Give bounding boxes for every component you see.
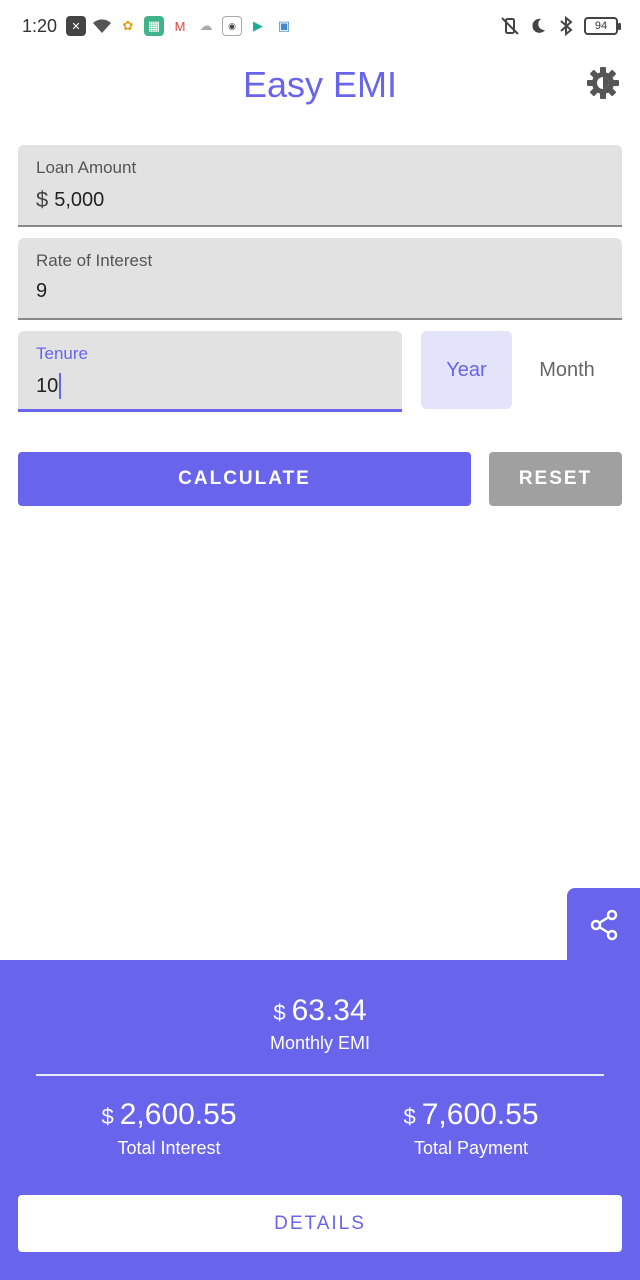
app-icon: ▣	[277, 18, 291, 33]
news-icon: ◉	[222, 16, 242, 36]
tenure-field[interactable]: Tenure 10	[18, 331, 402, 412]
tenure-unit-year[interactable]: Year	[421, 331, 512, 409]
notification-icons: ✕ ✿ ▦ M ☁ ◉ ▶ ▣	[66, 16, 294, 36]
currency-symbol: $	[273, 1000, 286, 1025]
tenure-value-row: 10	[36, 373, 62, 399]
currency-symbol: $	[403, 1104, 416, 1129]
total-payment: $7,600.55 Total Payment	[311, 1098, 631, 1159]
reset-button[interactable]: RESET	[489, 452, 622, 506]
bluetooth-icon	[556, 16, 576, 36]
tenure-input[interactable]: 10	[36, 375, 58, 398]
status-time: 1:20	[22, 16, 58, 36]
total-interest: $2,600.55 Total Interest	[9, 1098, 329, 1159]
share-icon	[590, 909, 617, 941]
cloud-icon: ☁	[199, 18, 213, 33]
total-interest-label: Total Interest	[117, 1138, 221, 1158]
loan-amount-value-row: $ 5,000	[36, 187, 104, 213]
monthly-emi-label: Monthly EMI	[269, 1033, 371, 1053]
loan-amount-label: Loan Amount	[36, 158, 137, 177]
app-title: Easy EMI	[242, 64, 398, 105]
wifi-icon	[92, 16, 112, 36]
monthly-emi-value: 63.34	[291, 994, 367, 1027]
theme-settings-icon[interactable]	[586, 66, 620, 100]
rate-of-interest-label: Rate of Interest	[36, 251, 153, 270]
total-interest-value: 2,600.55	[119, 1098, 237, 1131]
total-payment-value: 7,600.55	[421, 1098, 539, 1131]
loan-amount-input[interactable]: 5,000	[54, 189, 104, 212]
battery-icon: 94	[584, 17, 621, 35]
tenure-label: Tenure	[36, 344, 88, 363]
gmail-icon: M	[174, 18, 186, 34]
divider	[36, 1074, 604, 1076]
rate-of-interest-input[interactable]: 9	[36, 280, 47, 303]
moon-icon	[528, 16, 548, 36]
close-notification-icon: ✕	[66, 16, 86, 36]
total-payment-label: Total Payment	[413, 1138, 529, 1158]
monthly-emi: $63.34	[0, 994, 640, 1028]
share-button[interactable]	[567, 888, 640, 962]
details-button[interactable]: DETAILS	[18, 1195, 622, 1252]
tenure-unit-month[interactable]: Month	[512, 331, 622, 409]
loan-amount-field[interactable]: Loan Amount $ 5,000	[18, 145, 622, 227]
currency-symbol: $	[101, 1104, 114, 1129]
photos-icon: ✿	[122, 18, 134, 33]
calculate-button[interactable]: CALCULATE	[18, 452, 471, 506]
currency-prefix: $	[36, 187, 49, 212]
text-cursor	[59, 373, 62, 399]
rate-of-interest-field[interactable]: Rate of Interest 9	[18, 238, 622, 320]
status-bar: 1:20 ✕ ✿ ▦ M ☁ ◉ ▶ ▣ 94	[0, 0, 640, 54]
result-panel: $63.34 Monthly EMI $2,600.55 Total Inter…	[0, 960, 640, 1280]
app-icon: ▦	[144, 16, 164, 36]
system-icons: 94	[500, 16, 621, 36]
play-store-icon: ▶	[253, 18, 263, 33]
vibrate-off-icon	[500, 16, 520, 36]
